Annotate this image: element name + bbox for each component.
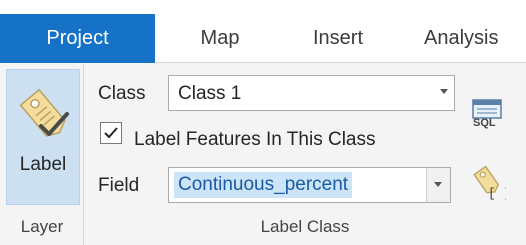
class-dropdown[interactable]: Class 1 [168, 75, 455, 111]
label-features-checkbox-label: Label Features In This Class [134, 129, 376, 150]
label-button-text: Label [19, 154, 67, 175]
tab-project[interactable]: Project [0, 14, 155, 63]
tab-insert[interactable]: Insert [288, 14, 388, 63]
field-dropdown[interactable]: Continuous_percent [168, 167, 451, 203]
sql-button-text: SQL [473, 117, 496, 129]
chevron-down-icon [440, 89, 448, 94]
field-dropdown-button[interactable] [426, 168, 450, 202]
layer-group: Label Layer [0, 63, 84, 245]
sql-query-button[interactable]: SQL [470, 98, 504, 130]
tab-analysis[interactable]: Analysis [412, 14, 526, 63]
label-expression-icon: [ ] [473, 165, 511, 201]
class-dropdown-value: Class 1 [178, 83, 242, 104]
checkmark-icon [104, 127, 118, 139]
label-expression-button[interactable]: [ ] [472, 165, 511, 201]
class-label: Class [98, 83, 146, 104]
label-features-checkbox[interactable] [100, 122, 122, 144]
label-toggle-button[interactable]: Label [6, 69, 80, 205]
label-tag-icon [19, 88, 69, 137]
ribbon-panel: Label Layer Class Class 1 Label Features… [0, 63, 526, 245]
field-label: Field [98, 175, 140, 196]
field-dropdown-value: Continuous_percent [174, 172, 353, 198]
layer-group-caption: Layer [20, 217, 64, 236]
label-class-group: Class Class 1 Label Features In This Cla… [84, 63, 526, 245]
chevron-down-icon [434, 182, 442, 187]
svg-text:[ ]: [ ] [488, 186, 506, 201]
label-class-group-caption: Label Class [260, 217, 350, 236]
tab-map[interactable]: Map [175, 14, 265, 63]
ribbon-tab-strip: Project Map Insert Analysis [0, 0, 526, 63]
